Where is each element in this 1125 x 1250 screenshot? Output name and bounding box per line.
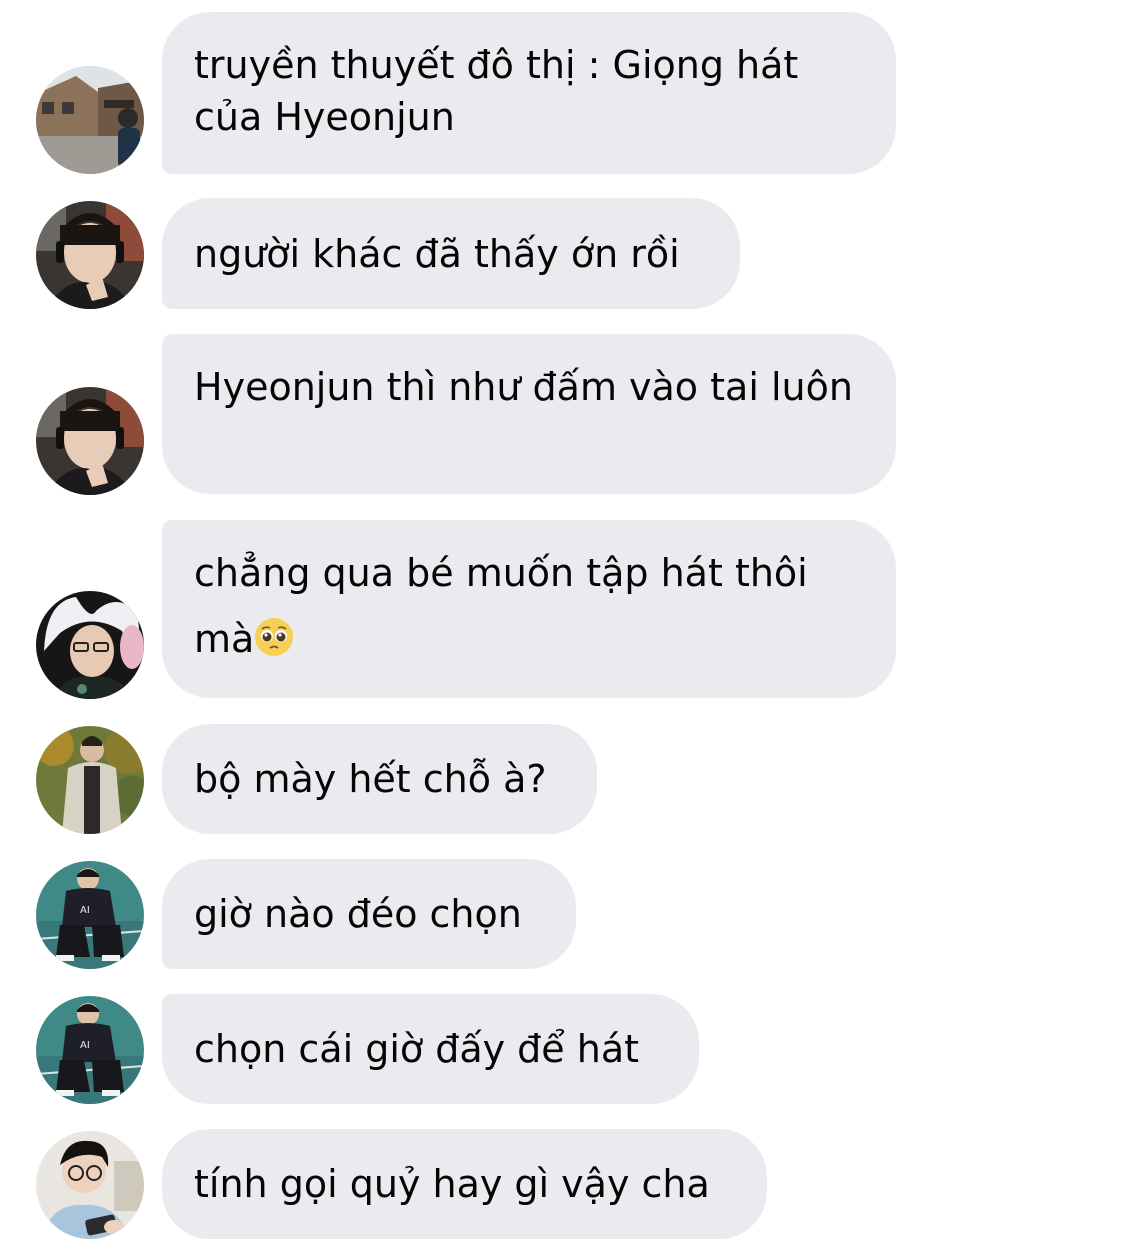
svg-text:AI: AI [80, 905, 90, 916]
avatar-glasses-phone[interactable] [36, 1131, 144, 1239]
avatar-autumn-coat[interactable] [36, 726, 144, 834]
message-bubble[interactable]: truyền thuyết đô thị : Giọng hát của Hye… [162, 12, 896, 174]
pleading-face-emoji [255, 618, 294, 656]
message-bubble[interactable]: chẳng qua bé muốn tập hát thôi mà [162, 520, 896, 698]
message-bubble[interactable]: tính gọi quỷ hay gì vậy cha [162, 1129, 767, 1239]
message-text: Hyeonjun thì như đấm vào tai luôn [194, 365, 853, 409]
svg-text:AI: AI [80, 1040, 90, 1051]
avatar-street-photo[interactable] [36, 66, 144, 174]
avatar-crouching-jersey[interactable]: AI [36, 861, 144, 969]
message-text: chẳng qua bé muốn tập hát thôi mà [194, 540, 864, 672]
message-text: chọn cái giờ đấy để hát [194, 1027, 640, 1071]
avatar-bunny-hat[interactable] [36, 591, 144, 699]
message-bubble[interactable]: bộ mày hết chỗ à? [162, 724, 597, 834]
message-text: giờ nào đéo chọn [194, 892, 522, 936]
avatar-headset-gamer[interactable] [36, 387, 144, 495]
message-bubble[interactable]: người khác đã thấy ớn rồi [162, 198, 740, 309]
avatar-headset-gamer[interactable] [36, 201, 144, 309]
message-bubble[interactable]: giờ nào đéo chọn [162, 859, 576, 969]
message-bubble[interactable]: chọn cái giờ đấy để hát [162, 994, 699, 1104]
message-text: người khác đã thấy ớn rồi [194, 231, 680, 276]
message-text: truyền thuyết đô thị : Giọng hát của Hye… [194, 43, 811, 139]
avatar-crouching-jersey[interactable]: AI [36, 996, 144, 1104]
message-bubble[interactable]: Hyeonjun thì như đấm vào tai luôn [162, 334, 896, 494]
message-text: tính gọi quỷ hay gì vậy cha [194, 1162, 710, 1206]
message-text: bộ mày hết chỗ à? [194, 757, 547, 801]
